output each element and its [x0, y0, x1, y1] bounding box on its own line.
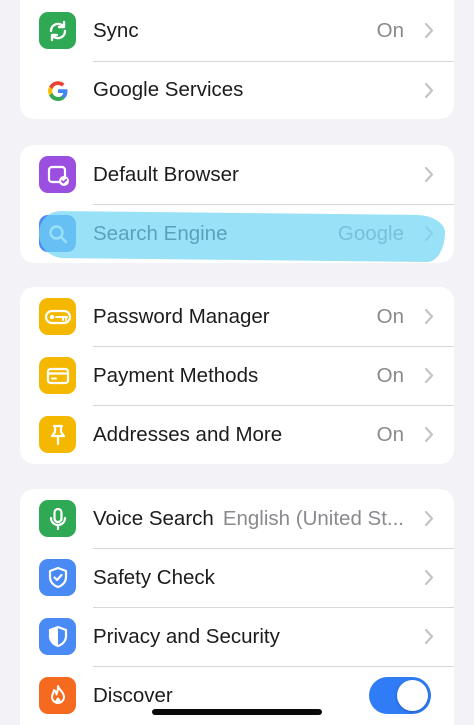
- chevron-right-icon: [423, 425, 435, 445]
- password-manager-label: Password Manager: [93, 304, 270, 328]
- voice-search-label: Voice Search: [93, 506, 214, 530]
- chevron-right-icon: [423, 366, 435, 386]
- microphone-icon: [39, 500, 76, 537]
- payment-methods-value: On: [376, 363, 404, 387]
- home-indicator: [152, 709, 322, 715]
- chevron-right-icon: [423, 80, 435, 100]
- pin-icon: [39, 416, 76, 453]
- chevron-right-icon: [423, 307, 435, 327]
- shield-check-icon: [39, 559, 76, 596]
- payment-methods-label: Payment Methods: [93, 363, 259, 387]
- google-services-row[interactable]: Google Services: [20, 61, 454, 119]
- voice-search-value: English (United St...: [222, 506, 404, 530]
- chevron-right-icon: [423, 509, 435, 529]
- google-services-label: Google Services: [93, 78, 244, 101]
- addresses-label: Addresses and More: [93, 422, 283, 446]
- safety-check-label: Safety Check: [93, 565, 215, 589]
- chevron-right-icon: [423, 165, 435, 185]
- settings-group-account: Sync On Google Services: [20, 0, 454, 119]
- shield-icon: [39, 618, 76, 655]
- settings-group-autofill: Password Manager On Payment Methods On A…: [20, 287, 454, 464]
- chevron-right-icon: [423, 627, 435, 647]
- search-icon: [39, 215, 76, 252]
- privacy-security-row[interactable]: Privacy and Security: [20, 607, 454, 666]
- payment-methods-row[interactable]: Payment Methods On: [20, 346, 454, 405]
- key-icon: [39, 298, 76, 335]
- toggle-knob: [397, 680, 428, 711]
- discover-row: Discover: [20, 666, 454, 725]
- default-browser-label: Default Browser: [93, 162, 239, 186]
- chevron-right-icon: [423, 568, 435, 588]
- chevron-right-icon: [423, 21, 435, 41]
- addresses-row[interactable]: Addresses and More On: [20, 405, 454, 464]
- sync-icon: [39, 12, 76, 49]
- flame-icon: [39, 677, 76, 714]
- search-engine-row[interactable]: Search Engine Google: [20, 204, 454, 263]
- sync-row[interactable]: Sync On: [20, 0, 454, 61]
- default-browser-row[interactable]: Default Browser: [20, 145, 454, 204]
- settings-group-privacy: Voice Search English (United St... Safet…: [20, 489, 454, 725]
- addresses-value: On: [376, 422, 404, 446]
- password-manager-value: On: [376, 304, 404, 328]
- search-engine-value: Google: [337, 221, 404, 245]
- default-browser-icon: [39, 156, 76, 193]
- voice-search-row[interactable]: Voice Search English (United St...: [20, 489, 454, 548]
- sync-value: On: [376, 18, 404, 42]
- search-engine-label: Search Engine: [93, 221, 228, 245]
- google-logo-icon: [39, 72, 76, 109]
- safety-check-row[interactable]: Safety Check: [20, 548, 454, 607]
- sync-label: Sync: [93, 18, 139, 42]
- discover-toggle[interactable]: [369, 677, 431, 714]
- credit-card-icon: [39, 357, 76, 394]
- discover-label: Discover: [93, 683, 173, 707]
- password-manager-row[interactable]: Password Manager On: [20, 287, 454, 346]
- chevron-right-icon: [423, 224, 435, 244]
- settings-group-browser: Default Browser Search Engine Google: [20, 145, 454, 263]
- privacy-security-label: Privacy and Security: [93, 624, 280, 648]
